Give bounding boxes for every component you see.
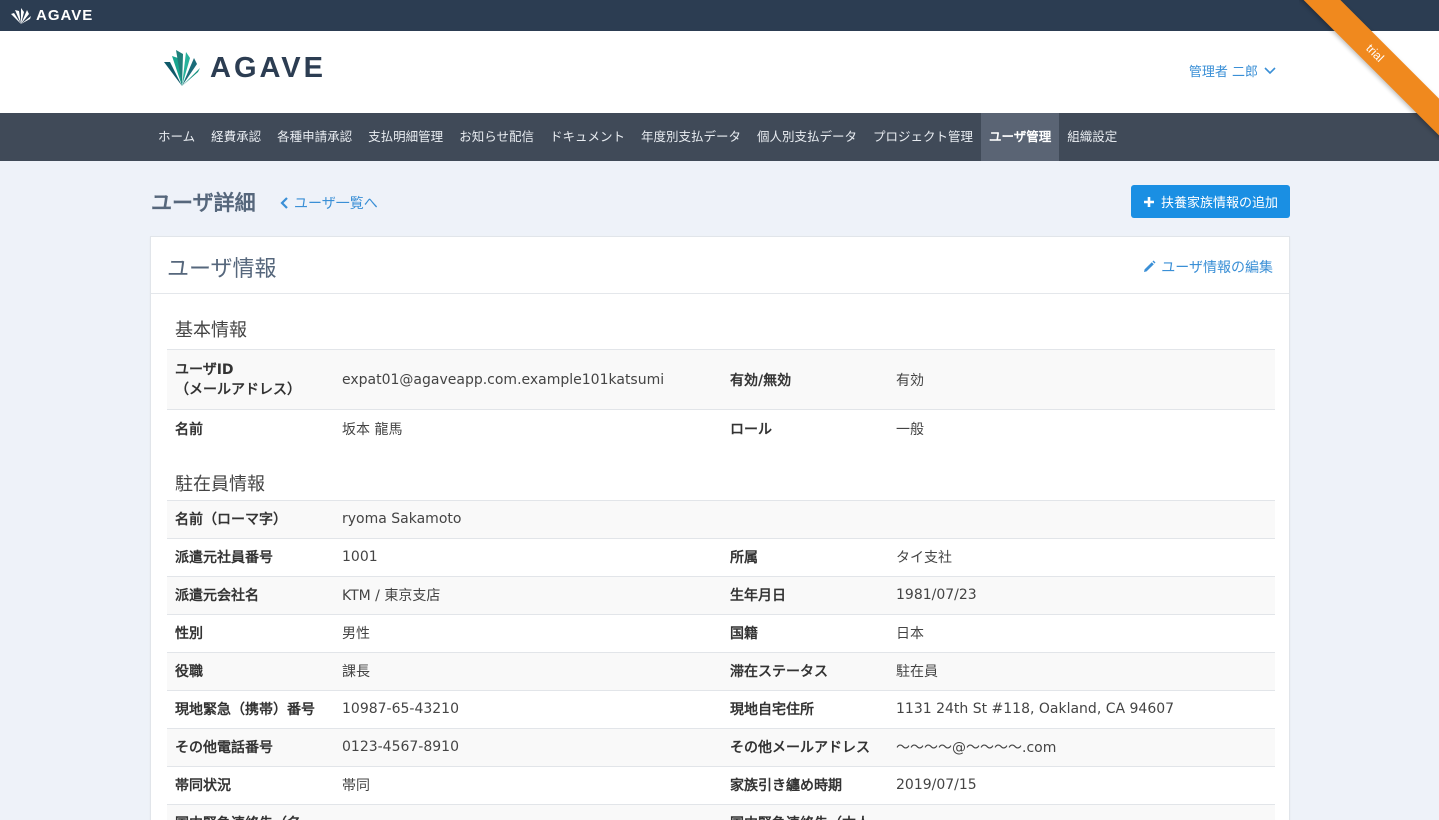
basic-info-section: 基本情報 ユーザID （メールアドレス） expat01@agaveapp.co… bbox=[151, 294, 1289, 448]
nav-item-payment-details[interactable]: 支払明細管理 bbox=[360, 113, 451, 161]
field-label: 名前 bbox=[167, 409, 334, 448]
nav-item-yearly-payments[interactable]: 年度別支払データ bbox=[633, 113, 749, 161]
chevron-down-icon bbox=[1264, 66, 1276, 74]
field-value: 帯同 bbox=[334, 765, 722, 804]
nav-item-request-approval[interactable]: 各種申請承認 bbox=[269, 113, 360, 161]
table-row: 国内緊急連絡先（名 国内緊急連絡先（本人 bbox=[167, 803, 1275, 820]
field-value: 0123-4567-8910 bbox=[334, 727, 722, 766]
field-label: 性別 bbox=[167, 613, 334, 652]
field-label: その他電話番号 bbox=[167, 727, 334, 766]
table-row: 役職 課長 滞在ステータス 駐在員 bbox=[167, 651, 1275, 690]
field-value: 10987-65-43210 bbox=[334, 689, 722, 728]
add-dependent-button[interactable]: 扶養家族情報の追加 bbox=[1130, 185, 1290, 218]
table-row: 性別 男性 国籍 日本 bbox=[167, 613, 1275, 652]
field-label: 国籍 bbox=[722, 613, 888, 652]
agave-leaf-icon bbox=[11, 7, 31, 24]
field-label: 現地自宅住所 bbox=[722, 689, 888, 728]
top-brand-text: AGAVE bbox=[36, 7, 94, 24]
field-label: 国内緊急連絡先（名 bbox=[167, 803, 334, 820]
field-value: 1131 24th St #118, Oakland, CA 94607 bbox=[888, 689, 1275, 728]
field-label: 有効/無効 bbox=[722, 349, 888, 410]
pencil-icon bbox=[1144, 260, 1156, 272]
field-value: 1981/07/23 bbox=[888, 575, 1275, 614]
agave-logo-icon bbox=[164, 50, 200, 86]
field-label: 役職 bbox=[167, 651, 334, 690]
field-label: 生年月日 bbox=[722, 575, 888, 614]
field-label: 派遣元会社名 bbox=[167, 575, 334, 614]
back-to-user-list-link[interactable]: ユーザ一覧へ bbox=[280, 193, 378, 213]
field-label: その他メールアドレス bbox=[722, 727, 888, 766]
field-value: 1001 bbox=[334, 537, 722, 576]
nav-item-documents[interactable]: ドキュメント bbox=[542, 113, 633, 161]
table-row: 派遣元社員番号 1001 所属 タイ支社 bbox=[167, 537, 1275, 576]
plus-icon bbox=[1143, 196, 1154, 207]
expat-info-section: 駐在員情報 名前（ローマ字） ryoma Sakamoto 派遣元社員番号 10… bbox=[151, 448, 1289, 820]
field-label bbox=[722, 499, 888, 538]
header: AGAVE 管理者 二郎 bbox=[0, 31, 1439, 113]
logo[interactable]: AGAVE bbox=[162, 50, 326, 86]
back-link-label: ユーザ一覧へ bbox=[294, 196, 378, 212]
table-row: 名前 坂本 龍馬 ロール 一般 bbox=[167, 409, 1275, 448]
field-value: 一般 bbox=[888, 409, 1275, 448]
table-row: その他電話番号 0123-4567-8910 その他メールアドレス 〜〜〜〜@〜… bbox=[167, 727, 1275, 766]
field-label: 所属 bbox=[722, 537, 888, 576]
field-label: 現地緊急（携帯）番号 bbox=[167, 689, 334, 728]
field-value: KTM / 東京支店 bbox=[334, 575, 722, 614]
field-label: 家族引き纏め時期 bbox=[722, 765, 888, 804]
user-info-card: ユーザ情報 ユーザ情報の編集 基本情報 ユーザID （メールアドレス） expa… bbox=[150, 236, 1290, 820]
user-name: 管理者 二郎 bbox=[1188, 65, 1258, 80]
table-row: ユーザID （メールアドレス） expat01@agaveapp.com.exa… bbox=[167, 349, 1275, 410]
chevron-left-icon bbox=[280, 197, 288, 209]
field-label: 派遣元社員番号 bbox=[167, 537, 334, 576]
field-label: 国内緊急連絡先（本人 bbox=[722, 803, 888, 820]
field-value: 男性 bbox=[334, 613, 722, 652]
field-value bbox=[888, 803, 1275, 820]
field-value: 有効 bbox=[888, 349, 1275, 410]
card-title: ユーザ情報 bbox=[167, 257, 277, 282]
section-title-expat: 駐在員情報 bbox=[175, 473, 265, 495]
user-menu[interactable]: 管理者 二郎 bbox=[1189, 61, 1276, 80]
field-value bbox=[334, 803, 722, 820]
field-label: 帯同状況 bbox=[167, 765, 334, 804]
table-row: 名前（ローマ字） ryoma Sakamoto bbox=[167, 499, 1275, 538]
nav-item-announcements[interactable]: お知らせ配信 bbox=[451, 113, 542, 161]
field-label: ロール bbox=[722, 409, 888, 448]
field-label: 名前（ローマ字） bbox=[167, 499, 334, 538]
edit-link-label: ユーザ情報の編集 bbox=[1161, 260, 1273, 276]
top-brand[interactable]: AGAVE bbox=[10, 7, 93, 24]
field-value: ryoma Sakamoto bbox=[334, 499, 722, 538]
logo-text: AGAVE bbox=[210, 51, 326, 84]
nav-item-home[interactable]: ホーム bbox=[150, 113, 203, 161]
expat-info-table: 名前（ローマ字） ryoma Sakamoto 派遣元社員番号 1001 所属 … bbox=[167, 499, 1275, 820]
card-header: ユーザ情報 ユーザ情報の編集 bbox=[151, 237, 1289, 294]
nav-item-expense-approval[interactable]: 経費承認 bbox=[203, 113, 269, 161]
main-nav: ホーム 経費承認 各種申請承認 支払明細管理 お知らせ配信 ドキュメント 年度別… bbox=[0, 113, 1439, 161]
page-title: ユーザ詳細 bbox=[151, 191, 256, 215]
nav-item-personal-payments[interactable]: 個人別支払データ bbox=[749, 113, 865, 161]
section-title-basic: 基本情報 bbox=[175, 320, 247, 341]
page-head: ユーザ詳細 ユーザ一覧へ 扶養家族情報の追加 bbox=[0, 161, 1439, 235]
add-dependent-label: 扶養家族情報の追加 bbox=[1160, 195, 1278, 210]
nav-item-projects[interactable]: プロジェクト管理 bbox=[865, 113, 981, 161]
field-label: 滞在ステータス bbox=[722, 651, 888, 690]
field-value: 坂本 龍馬 bbox=[334, 409, 722, 448]
field-value: 〜〜〜〜@〜〜〜〜.com bbox=[888, 727, 1275, 766]
table-row: 現地緊急（携帯）番号 10987-65-43210 現地自宅住所 1131 24… bbox=[167, 689, 1275, 728]
field-label: ユーザID （メールアドレス） bbox=[167, 349, 334, 410]
field-value: タイ支社 bbox=[888, 537, 1275, 576]
field-value: 日本 bbox=[888, 613, 1275, 652]
field-value: expat01@agaveapp.com.example101katsumi bbox=[334, 349, 722, 410]
field-value: 駐在員 bbox=[888, 651, 1275, 690]
table-row: 帯同状況 帯同 家族引き纏め時期 2019/07/15 bbox=[167, 765, 1275, 804]
basic-info-table: ユーザID （メールアドレス） expat01@agaveapp.com.exa… bbox=[167, 349, 1275, 448]
edit-user-info-link[interactable]: ユーザ情報の編集 bbox=[1142, 257, 1273, 277]
table-row: 派遣元会社名 KTM / 東京支店 生年月日 1981/07/23 bbox=[167, 575, 1275, 614]
field-value: 課長 bbox=[334, 651, 722, 690]
field-value: 2019/07/15 bbox=[888, 765, 1275, 804]
field-value bbox=[888, 499, 1275, 538]
nav-item-users[interactable]: ユーザ管理 bbox=[981, 113, 1060, 161]
nav-item-org-settings[interactable]: 組織設定 bbox=[1059, 113, 1125, 161]
top-bar: AGAVE bbox=[0, 0, 1439, 31]
